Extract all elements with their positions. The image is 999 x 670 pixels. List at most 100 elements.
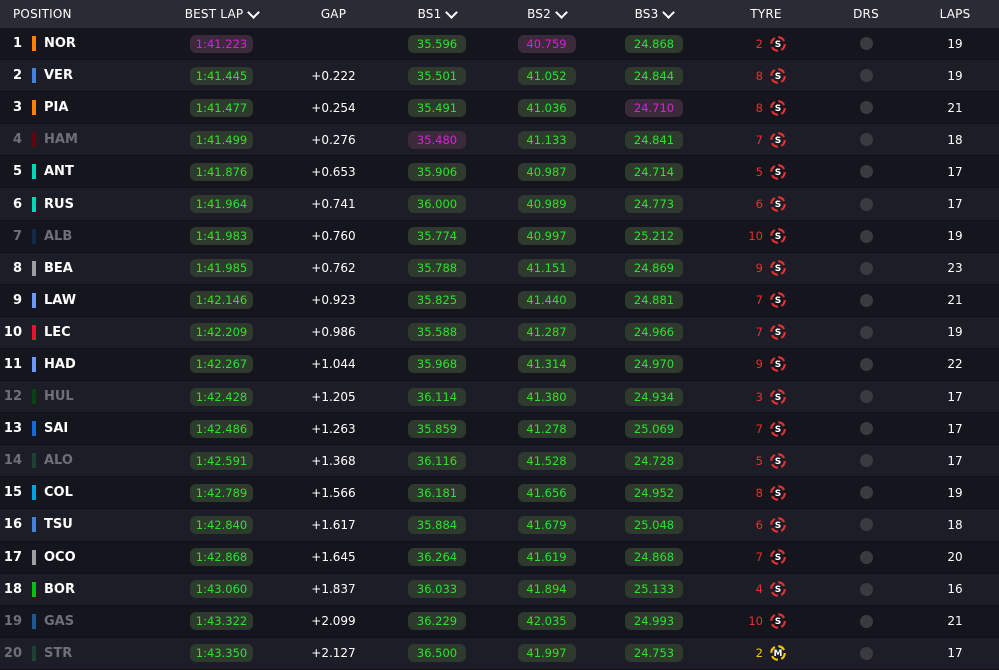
- header-drs[interactable]: DRS: [821, 7, 911, 21]
- driver-code[interactable]: HAD: [44, 357, 104, 372]
- bs1-time: 35.825: [408, 291, 466, 310]
- bs2-time: 41.528: [517, 451, 576, 470]
- driver-code[interactable]: TSU: [44, 517, 104, 532]
- bs2-cell: 40.987: [496, 162, 597, 181]
- tyre-cell: 4S: [711, 580, 821, 598]
- driver-code[interactable]: BEA: [44, 261, 104, 276]
- driver-code[interactable]: VER: [44, 68, 104, 83]
- bs3-cell: 24.714: [597, 162, 711, 181]
- table-row[interactable]: 12 HUL 1:42.428 +1.205 36.114 41.380 24.934 3 S 1…: [0, 381, 999, 414]
- driver-code[interactable]: LAW: [44, 293, 104, 308]
- table-row[interactable]: 18 BOR 1:43.060 +1.837 36.033 41.894 25.133 4 S 1…: [0, 573, 999, 606]
- driver-code[interactable]: ALO: [44, 453, 104, 468]
- table-row[interactable]: 16 TSU 1:42.840 +1.617 35.884 41.679 25.048 6 S 1…: [0, 509, 999, 542]
- gap-cell: +0.760: [289, 229, 378, 243]
- bs1-time: 35.596: [408, 34, 466, 53]
- table-row[interactable]: 15 COL 1:42.789 +1.566 36.181 41.656 24.952 8 S 1…: [0, 477, 999, 510]
- best-lap-time: 1:41.876: [189, 162, 254, 181]
- driver-code[interactable]: COL: [44, 485, 104, 500]
- table-row[interactable]: 11 HAD 1:42.267 +1.044 35.968 41.314 24.970 9 S 2…: [0, 348, 999, 382]
- driver-code[interactable]: OCO: [44, 550, 104, 565]
- bs2-cell: 41.278: [496, 419, 597, 438]
- tyre-cell: 7S: [711, 548, 821, 566]
- driver-code[interactable]: LEC: [44, 325, 104, 340]
- drs-indicator-icon: [859, 133, 873, 147]
- bs3-time: 24.753: [625, 644, 683, 663]
- position-number: 14: [3, 453, 22, 469]
- table-row[interactable]: 7 ALB 1:41.983 +0.760 35.774 40.997 25.212 10 S 1…: [0, 220, 999, 253]
- driver-code[interactable]: HUL: [44, 389, 104, 404]
- table-row[interactable]: 5 ANT 1:41.876 +0.653 35.906 40.987 24.714 5 S 17: [0, 156, 999, 189]
- bs1-time: 35.588: [408, 323, 466, 342]
- header-bs1[interactable]: BS1: [378, 5, 496, 21]
- table-row[interactable]: 14 ALO 1:42.591 +1.368 36.116 41.528 24.728 5 S 1…: [0, 445, 999, 478]
- driver-code[interactable]: STR: [44, 646, 104, 661]
- driver-code[interactable]: NOR: [44, 36, 104, 51]
- best-lap-cell: 1:41.964: [154, 195, 289, 214]
- driver-code[interactable]: SAI: [44, 421, 104, 436]
- best-lap-time: 1:42.146: [189, 291, 254, 310]
- table-row[interactable]: 4 HAM 1:41.499 +0.276 35.480 41.133 24.841 7 S 18: [0, 124, 999, 157]
- driver-code[interactable]: BOR: [44, 582, 104, 597]
- driver-code[interactable]: ANT: [44, 164, 104, 179]
- drs-indicator-icon: [859, 486, 873, 500]
- driver-code[interactable]: GAS: [44, 614, 104, 629]
- table-row[interactable]: 20 STR 1:43.350 +2.127 36.500 41.997 24.753 2 M 1…: [0, 637, 999, 670]
- header-best-lap[interactable]: BEST LAP: [154, 5, 289, 21]
- position-number: 4: [12, 132, 22, 148]
- drs-indicator-icon: [859, 614, 873, 628]
- position-cell: 9 LAW: [0, 292, 154, 308]
- bs2-cell: 41.287: [496, 323, 597, 342]
- table-row[interactable]: 8 BEA 1:41.985 +0.762 35.788 41.151 24.869 9 S 23: [0, 252, 999, 285]
- bs3-time: 24.934: [625, 387, 683, 406]
- header-laps[interactable]: LAPS: [911, 7, 999, 21]
- soft-tyre-icon: S: [770, 452, 786, 469]
- gap-value: +0.762: [311, 261, 356, 276]
- header-tyre[interactable]: TYRE: [711, 7, 821, 21]
- tyre-age: 9: [755, 261, 763, 276]
- table-row[interactable]: 19 GAS 1:43.322 +2.099 36.229 42.035 24.993 10 S…: [0, 605, 999, 638]
- header-bs3[interactable]: BS3: [597, 5, 711, 21]
- table-row[interactable]: 1 NOR 1:41.223 35.596 40.759 24.868 2 S 19: [0, 28, 999, 61]
- best-lap-cell: 1:42.267: [154, 355, 289, 374]
- table-row[interactable]: 3 PIA 1:41.477 +0.254 35.491 41.036 24.710 8 S 21: [0, 92, 999, 125]
- position-number: 12: [3, 389, 22, 405]
- gap-cell: +0.222: [289, 69, 378, 83]
- tyre-age: 10: [748, 614, 763, 629]
- table-row[interactable]: 10 LEC 1:42.209 +0.986 35.588 41.287 24.966 7 S 1…: [0, 316, 999, 349]
- position-number: 2: [12, 68, 22, 84]
- bs1-cell: 36.181: [378, 483, 496, 502]
- table-row[interactable]: 13 SAI 1:42.486 +1.263 35.859 41.278 25.069 7 S 1…: [0, 413, 999, 446]
- bs1-time: 36.181: [408, 483, 466, 502]
- table-row[interactable]: 9 LAW 1:42.146 +0.923 35.825 41.440 24.881 7 S 21: [0, 284, 999, 317]
- table-row[interactable]: 17 OCO 1:42.868 +1.645 36.264 41.619 24.868 7 S 2…: [0, 541, 999, 574]
- driver-code[interactable]: RUS: [44, 197, 104, 212]
- bs1-cell: 36.033: [378, 580, 496, 599]
- header-bs2[interactable]: BS2: [496, 5, 597, 21]
- gap-value: +2.099: [311, 614, 356, 629]
- best-lap-time: 1:42.840: [189, 515, 254, 534]
- header-drs-label: DRS: [853, 7, 879, 21]
- position-cell: 20 STR: [0, 645, 154, 661]
- header-bs2-label: BS2: [527, 7, 551, 21]
- bs3-cell: 24.868: [597, 548, 711, 567]
- drs-indicator-icon: [859, 197, 873, 211]
- tyre-compound-letter: S: [775, 617, 781, 627]
- position-cell: 16 TSU: [0, 517, 154, 533]
- best-lap-time: 1:41.985: [189, 259, 254, 278]
- driver-code[interactable]: HAM: [44, 132, 104, 147]
- gap-cell: +1.645: [289, 550, 378, 564]
- drs-indicator-icon: [859, 101, 873, 115]
- driver-code[interactable]: ALB: [44, 229, 104, 244]
- driver-code[interactable]: PIA: [44, 100, 104, 115]
- gap-value: +0.222: [311, 68, 356, 83]
- header-position[interactable]: POSITION: [0, 7, 154, 21]
- table-row[interactable]: 6 RUS 1:41.964 +0.741 36.000 40.989 24.773 6 S 17: [0, 188, 999, 221]
- table-row[interactable]: 2 VER 1:41.445 +0.222 35.501 41.052 24.844 8 S 19: [0, 60, 999, 93]
- drs-indicator-icon: [859, 422, 873, 436]
- team-color-bar: [32, 389, 36, 405]
- header-gap[interactable]: GAP: [289, 7, 378, 21]
- tyre-compound-letter: S: [775, 457, 781, 467]
- best-lap-time: 1:42.209: [189, 323, 254, 342]
- drs-cell: [821, 422, 911, 436]
